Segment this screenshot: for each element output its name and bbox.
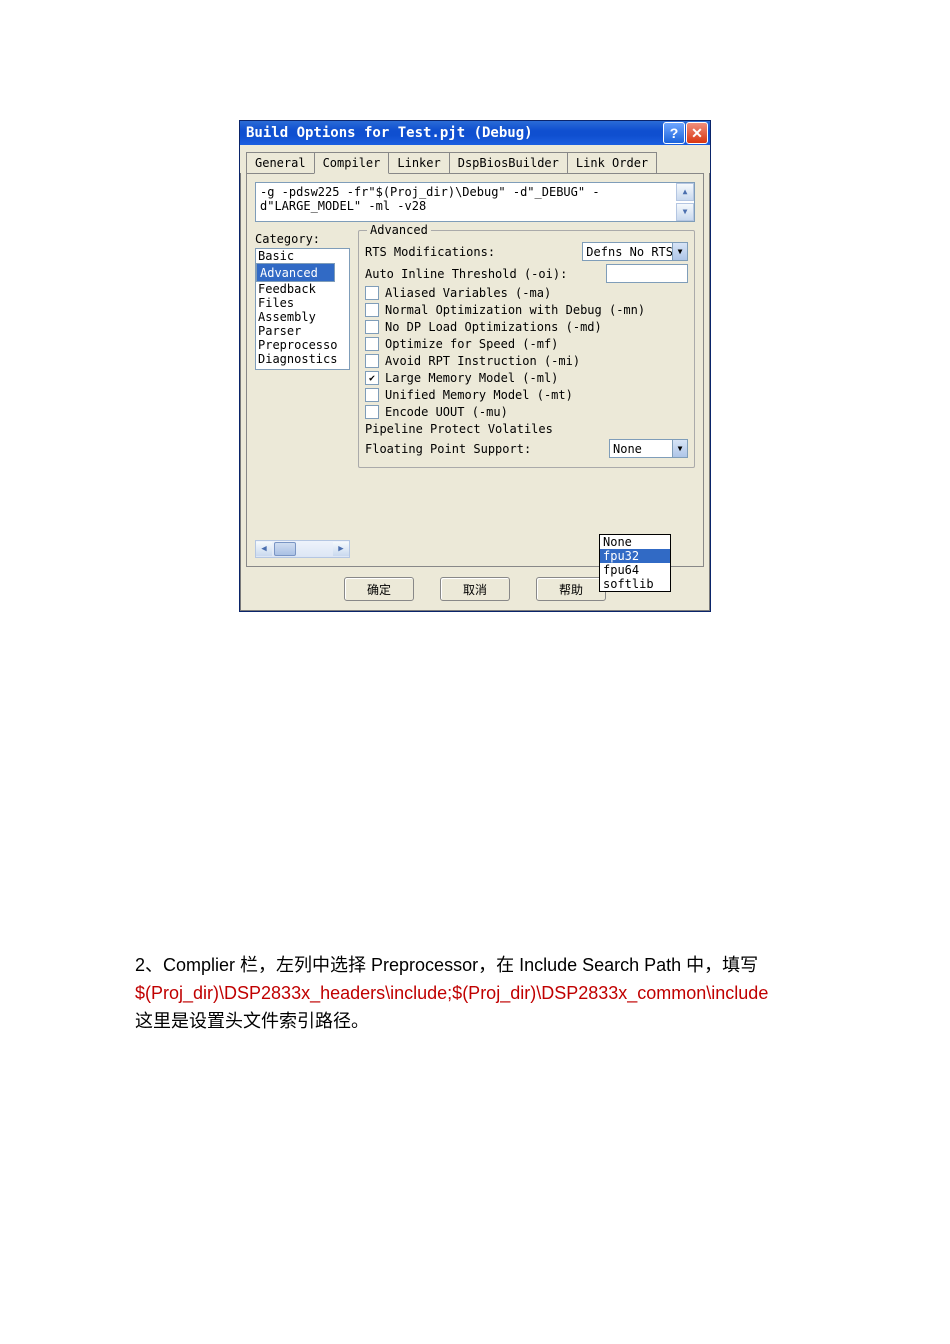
category-item-preprocessor[interactable]: Preprocesso: [256, 338, 349, 352]
title-bar: Build Options for Test.pjt (Debug) ? ✕: [240, 121, 710, 145]
tab-linkorder[interactable]: Link Order: [567, 152, 657, 174]
tab-compiler[interactable]: Compiler: [314, 152, 390, 174]
rts-value: Defns No RTS: [586, 245, 673, 259]
category-column: Category: Basic Advanced Feedback Files …: [255, 232, 350, 558]
fps-opt-softlib[interactable]: softlib: [600, 577, 670, 591]
fps-dropdown[interactable]: None fpu32 fpu64 softlib: [599, 534, 671, 592]
fps-value: None: [613, 442, 642, 456]
chk-mu[interactable]: [365, 405, 379, 419]
lbl-mi: Avoid RPT Instruction (-mi): [385, 354, 688, 368]
chk-mn[interactable]: [365, 303, 379, 317]
category-item-parser[interactable]: Parser: [256, 324, 349, 338]
lbl-mn: Normal Optimization with Debug (-mn): [385, 303, 688, 317]
category-hscroll[interactable]: ◀ ▶: [255, 540, 350, 558]
scroll-up-icon[interactable]: ▲: [676, 183, 694, 201]
close-icon[interactable]: ✕: [686, 122, 708, 144]
category-list[interactable]: Basic Advanced Feedback Files Assembly P…: [255, 248, 350, 370]
tab-dspbiosbuilder[interactable]: DspBiosBuilder: [449, 152, 568, 174]
doc-line-red: $(Proj_dir)\DSP2833x_headers\include;$(P…: [135, 980, 815, 1008]
lbl-mf: Optimize for Speed (-mf): [385, 337, 688, 351]
fps-opt-fpu32[interactable]: fpu32: [600, 549, 670, 563]
chevron-down-icon: ▼: [672, 440, 687, 457]
fps-label: Floating Point Support:: [365, 442, 609, 456]
chk-ml[interactable]: ✔: [365, 371, 379, 385]
fps-select[interactable]: None ▼: [609, 439, 688, 458]
advanced-group: Advanced RTS Modifications: Defns No RTS…: [358, 230, 695, 468]
command-line-box[interactable]: -g -pdsw225 -fr"$(Proj_dir)\Debug" -d"_D…: [255, 182, 695, 222]
chk-ma[interactable]: [365, 286, 379, 300]
category-item-advanced[interactable]: Advanced: [256, 263, 335, 282]
doc-line-1: 2、Complier 栏，左列中选择 Preprocessor，在 Includ…: [135, 952, 815, 980]
oi-label: Auto Inline Threshold (-oi):: [365, 267, 606, 281]
chevron-down-icon: ▼: [672, 243, 687, 260]
doc-line-2: 这里是设置头文件索引路径。: [135, 1008, 815, 1036]
ppv-label: Pipeline Protect Volatiles: [365, 422, 688, 436]
chk-mi[interactable]: [365, 354, 379, 368]
chk-md[interactable]: [365, 320, 379, 334]
tab-general[interactable]: General: [246, 152, 315, 174]
help-icon[interactable]: ?: [663, 122, 685, 144]
lbl-mu: Encode UOUT (-mu): [385, 405, 688, 419]
scroll-right-icon[interactable]: ▶: [333, 542, 349, 556]
category-item-diagnostics[interactable]: Diagnostics: [256, 352, 349, 366]
category-item-assembly[interactable]: Assembly: [256, 310, 349, 324]
help-button[interactable]: 帮助: [536, 577, 606, 601]
ok-button[interactable]: 确定: [344, 577, 414, 601]
tab-body: -g -pdsw225 -fr"$(Proj_dir)\Debug" -d"_D…: [246, 173, 704, 567]
build-options-dialog: Build Options for Test.pjt (Debug) ? ✕ G…: [239, 120, 711, 612]
document-text: 2、Complier 栏，左列中选择 Preprocessor，在 Includ…: [135, 952, 815, 1036]
rts-label: RTS Modifications:: [365, 245, 582, 259]
command-line-text: -g -pdsw225 -fr"$(Proj_dir)\Debug" -d"_D…: [260, 185, 600, 213]
tab-linker[interactable]: Linker: [388, 152, 449, 174]
group-title: Advanced: [367, 223, 431, 237]
scroll-thumb[interactable]: [274, 542, 296, 556]
dialog-title: Build Options for Test.pjt (Debug): [246, 125, 662, 141]
scroll-left-icon[interactable]: ◀: [256, 542, 272, 556]
category-item-basic[interactable]: Basic: [256, 249, 349, 263]
chk-mf[interactable]: [365, 337, 379, 351]
category-item-feedback[interactable]: Feedback: [256, 282, 349, 296]
category-label: Category:: [255, 232, 350, 246]
fps-opt-fpu64[interactable]: fpu64: [600, 563, 670, 577]
scroll-down-icon[interactable]: ▼: [676, 203, 694, 221]
fps-opt-none[interactable]: None: [600, 535, 670, 549]
lbl-md: No DP Load Optimizations (-md): [385, 320, 688, 334]
category-item-files[interactable]: Files: [256, 296, 349, 310]
lbl-mt: Unified Memory Model (-mt): [385, 388, 688, 402]
lbl-ml: Large Memory Model (-ml): [385, 371, 688, 385]
chk-mt[interactable]: [365, 388, 379, 402]
tab-strip: General Compiler Linker DspBiosBuilder L…: [240, 145, 710, 173]
oi-input[interactable]: [606, 264, 688, 283]
rts-select[interactable]: Defns No RTS ▼: [582, 242, 688, 261]
cancel-button[interactable]: 取消: [440, 577, 510, 601]
lbl-ma: Aliased Variables (-ma): [385, 286, 688, 300]
